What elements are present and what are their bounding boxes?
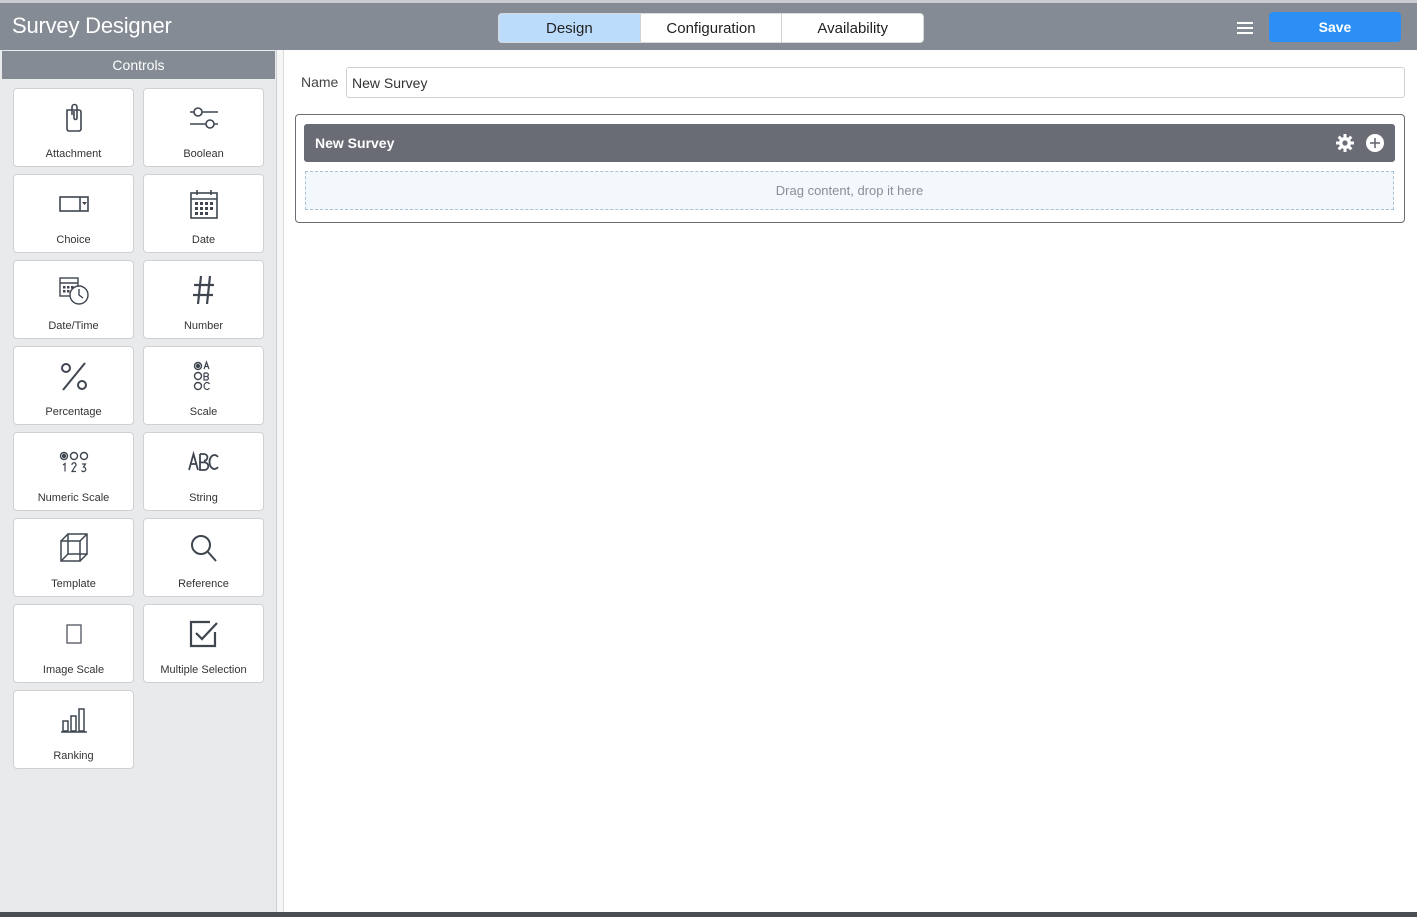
control-boolean[interactable]: Boolean xyxy=(143,88,264,167)
plus-circle-icon[interactable] xyxy=(1365,133,1385,153)
calendar-clock-icon xyxy=(14,273,133,307)
control-string[interactable]: String xyxy=(143,432,264,511)
control-datetime[interactable]: Date/Time xyxy=(13,260,134,339)
bottom-border xyxy=(0,912,1417,917)
control-percentage[interactable]: Percentage xyxy=(13,346,134,425)
paperclip-icon xyxy=(14,101,133,135)
app-header: Survey Designer Design Configuration Ava… xyxy=(0,0,1417,50)
image-placeholder-icon xyxy=(14,617,133,651)
name-label: Name xyxy=(301,74,339,90)
control-label: Scale xyxy=(189,406,218,418)
drop-zone[interactable]: Drag content, drop it here xyxy=(305,171,1394,210)
control-label: Choice xyxy=(56,234,91,246)
control-ranking[interactable]: Ranking xyxy=(13,690,134,769)
abc-text-icon xyxy=(144,445,263,479)
control-label: Reference xyxy=(178,578,229,590)
survey-container: New Survey Drag content, drop it here xyxy=(295,114,1405,223)
control-label: Date/Time xyxy=(48,320,99,332)
hash-icon xyxy=(144,273,263,307)
save-button[interactable]: Save xyxy=(1269,12,1401,42)
app-title: Survey Designer xyxy=(12,13,172,38)
gear-icon[interactable] xyxy=(1335,133,1355,153)
bar-chart-icon xyxy=(14,703,133,737)
survey-title: New Survey xyxy=(315,135,395,151)
control-date[interactable]: Date xyxy=(143,174,264,253)
tab-design[interactable]: Design xyxy=(499,14,641,42)
radio-123-icon xyxy=(14,445,133,479)
calendar-icon xyxy=(144,187,263,221)
control-reference[interactable]: Reference xyxy=(143,518,264,597)
control-label: Attachment xyxy=(45,148,102,160)
control-label: Numeric Scale xyxy=(37,492,110,504)
control-choice[interactable]: Choice xyxy=(13,174,134,253)
control-multiple-selection[interactable]: Multiple Selection xyxy=(143,604,264,683)
cube-icon xyxy=(14,531,133,565)
control-label: Date xyxy=(191,234,216,246)
controls-header: Controls xyxy=(2,51,275,79)
controls-sidebar: Controls Attachment Boolean Choice Date … xyxy=(0,50,277,912)
radio-abc-icon xyxy=(144,359,263,393)
tab-configuration[interactable]: Configuration xyxy=(640,14,783,42)
control-template[interactable]: Template xyxy=(13,518,134,597)
control-attachment[interactable]: Attachment xyxy=(13,88,134,167)
control-label: Boolean xyxy=(183,148,224,160)
control-number[interactable]: Number xyxy=(143,260,264,339)
control-label: Image Scale xyxy=(42,664,105,676)
hamburger-menu-icon[interactable] xyxy=(1234,18,1256,38)
view-tabs: Design Configuration Availability xyxy=(498,13,924,43)
control-image-scale[interactable]: Image Scale xyxy=(13,604,134,683)
toggle-sliders-icon xyxy=(144,101,263,135)
survey-designer-app: Survey Designer Design Configuration Ava… xyxy=(0,0,1417,917)
checkbox-icon xyxy=(144,617,263,651)
control-label: Multiple Selection xyxy=(160,664,247,676)
survey-name-input[interactable] xyxy=(346,67,1405,98)
controls-grid: Attachment Boolean Choice Date Date/Time… xyxy=(13,88,264,769)
control-scale[interactable]: Scale xyxy=(143,346,264,425)
dropdown-icon xyxy=(14,187,133,221)
control-label: Percentage xyxy=(45,406,102,418)
control-numeric-scale[interactable]: Numeric Scale xyxy=(13,432,134,511)
percent-icon xyxy=(14,359,133,393)
magnifier-icon xyxy=(144,531,263,565)
control-label: Number xyxy=(183,320,224,332)
control-label: Ranking xyxy=(53,750,94,762)
survey-header[interactable]: New Survey xyxy=(304,124,1395,162)
control-label: String xyxy=(189,492,218,504)
panel-divider[interactable] xyxy=(277,50,284,912)
tab-availability[interactable]: Availability xyxy=(782,14,923,42)
control-label: Template xyxy=(51,578,96,590)
